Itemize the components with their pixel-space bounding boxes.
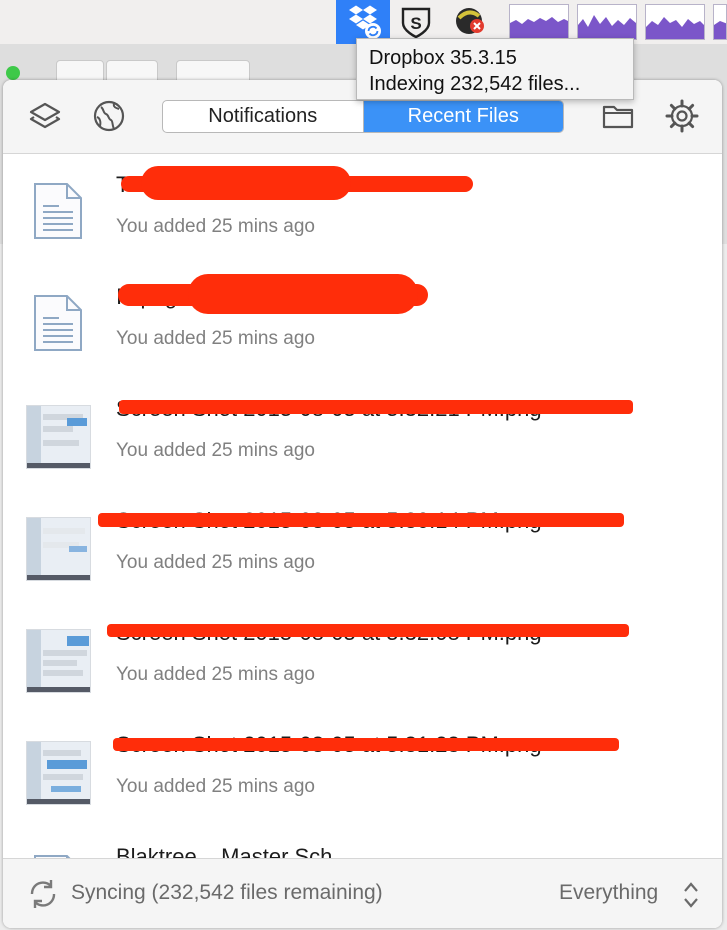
- view-segmented-control: Notifications Recent Files: [162, 100, 564, 133]
- file-row[interactable]: I...page You added 25 mins ago: [3, 266, 722, 378]
- file-row[interactable]: Blaktree... Master Sch...: [3, 826, 722, 858]
- redaction-mark: [141, 166, 351, 200]
- screenshot-thumbnail: [26, 629, 91, 693]
- globe-icon[interactable]: [91, 98, 127, 134]
- redaction-mark: [119, 400, 633, 414]
- panel-footer: Syncing (232,542 files remaining) Everyt…: [3, 858, 722, 928]
- cpu-graph-4[interactable]: [713, 4, 727, 40]
- folder-icon[interactable]: [600, 98, 636, 134]
- cpu-graph-1[interactable]: [509, 4, 569, 40]
- dropbox-icon: [349, 5, 381, 39]
- file-meta: You added 25 mins ago: [116, 328, 315, 349]
- tab-notifications[interactable]: Notifications: [163, 101, 363, 132]
- file-row[interactable]: Screen Shot 2015-08-05 at 5.32.21 PM.png…: [3, 378, 722, 490]
- file-meta: You added 25 mins ago: [116, 664, 315, 685]
- screenshot-thumbnail: [26, 405, 91, 469]
- file-meta: You added 25 mins ago: [116, 776, 315, 797]
- dropbox-tooltip: Dropbox 35.3.15 Indexing 232,542 files..…: [356, 38, 634, 100]
- error-ball-icon: [456, 8, 484, 34]
- gear-icon[interactable]: [664, 98, 700, 134]
- window-zoom-button[interactable]: [6, 66, 20, 80]
- file-name: Blaktree... Master Sch...: [116, 844, 351, 858]
- screenshot-thumbnail: [26, 517, 91, 581]
- file-meta: You added 25 mins ago: [116, 216, 315, 237]
- tooltip-version: Dropbox 35.3.15: [369, 47, 517, 69]
- document-icon: [34, 295, 82, 351]
- file-row[interactable]: Th...pages You added 25 mins ago: [3, 154, 722, 266]
- filter-select[interactable]: Everything: [559, 881, 658, 905]
- cpu-graph-2[interactable]: [577, 4, 637, 40]
- screenshot-thumbnail: [26, 741, 91, 805]
- recent-files-list: Th...pages You added 25 mins ago I...pag…: [3, 154, 722, 858]
- cpu-graph-3[interactable]: [645, 4, 705, 40]
- chevron-updown-icon[interactable]: [681, 879, 701, 911]
- file-meta: You added 25 mins ago: [116, 552, 315, 573]
- shield-icon: S: [401, 7, 431, 39]
- tooltip-status: Indexing 232,542 files...: [369, 73, 581, 95]
- redaction-mark: [98, 513, 624, 527]
- redaction-mark: [107, 624, 629, 637]
- shield-letter: S: [410, 14, 421, 33]
- file-row[interactable]: Screen Shot 2015-08-05 at 5.31.23 PM.png…: [3, 714, 722, 826]
- sync-icon: [30, 880, 56, 908]
- tab-recent-files[interactable]: Recent Files: [362, 101, 563, 132]
- file-meta: You added 25 mins ago: [116, 440, 315, 461]
- file-row[interactable]: Screen Shot 2015-08-05 at 5.32.08 PM.png…: [3, 602, 722, 714]
- file-row[interactable]: Screen Shot 2015-08-05 at 5.30.14 PM.png…: [3, 490, 722, 602]
- layers-icon[interactable]: [27, 98, 63, 134]
- redaction-mark: [113, 738, 619, 751]
- sync-status: Syncing (232,542 files remaining): [71, 881, 383, 904]
- document-icon: [34, 183, 82, 239]
- redaction-mark: [188, 274, 418, 314]
- dropbox-panel: Notifications Recent Files Th..: [3, 80, 722, 928]
